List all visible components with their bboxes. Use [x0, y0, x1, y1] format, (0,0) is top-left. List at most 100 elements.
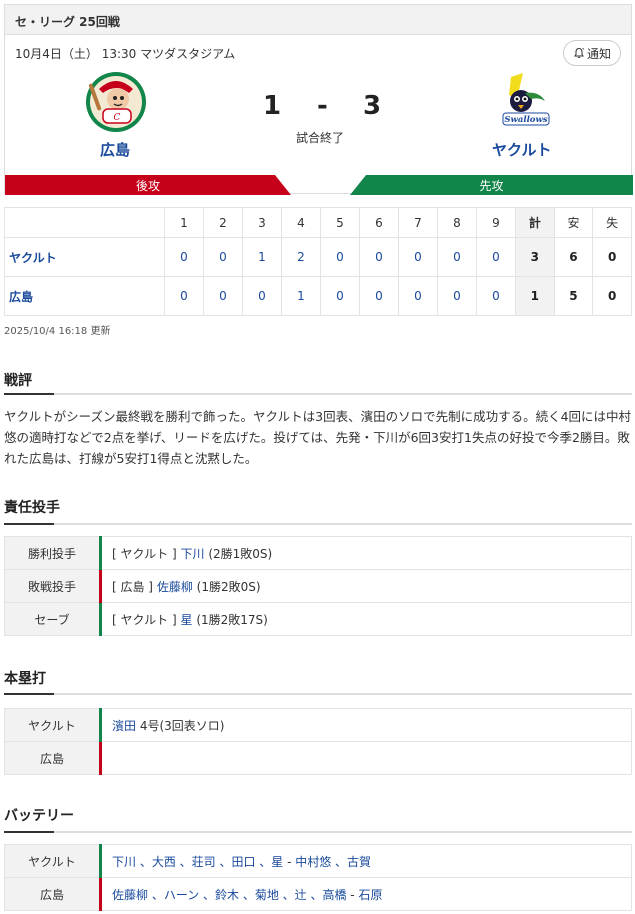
win-pitcher-value: [ ヤクルト ] 下川 (2勝1敗0S) — [99, 536, 632, 570]
hits-header: 安 — [553, 207, 594, 238]
away-side-bar: 先攻 — [350, 175, 633, 195]
home-team-name[interactable]: 広島 — [100, 139, 130, 160]
homerun-team-label: ヤクルト — [4, 708, 101, 742]
notify-button[interactable]: 通知 — [563, 40, 621, 66]
carp-logo-icon[interactable]: C — [85, 71, 147, 133]
homerun-detail: 4号(3回表ソロ) — [139, 718, 225, 733]
loss-pitcher-value: [ 広島 ] 佐藤柳 (1勝2敗0S) — [99, 569, 632, 603]
errors-header: 失 — [592, 207, 632, 238]
battery-value: 佐藤柳 、ハーン 、鈴木 、菊地 、辻 、高橋 - 石原 — [99, 877, 632, 911]
inning-score[interactable]: 0 — [242, 276, 282, 316]
inning-score[interactable]: 0 — [320, 276, 360, 316]
section-title-battery: バッテリー — [4, 808, 74, 824]
inning-header: 9 — [476, 207, 516, 238]
save-pitcher-link[interactable]: 星 — [180, 613, 192, 627]
inning-score[interactable]: 0 — [359, 237, 399, 277]
score-separator: - — [317, 91, 328, 121]
inning-header: 7 — [398, 207, 438, 238]
section-title-homeruns: 本塁打 — [4, 671, 46, 687]
home-score: 1 — [263, 91, 282, 121]
inning-header: 4 — [281, 207, 321, 238]
homerun-team-label: 広島 — [4, 741, 101, 775]
battery-table: ヤクルト 下川 、大西 、荘司 、田口 、星 - 中村悠 、古賀 広島 佐藤柳 … — [4, 844, 632, 911]
table-row: ヤクルト 濱田 4号(3回表ソロ) — [4, 708, 632, 742]
total-errors: 0 — [592, 237, 632, 277]
swallows-logo-icon[interactable]: Swallows — [495, 71, 557, 133]
team-tag: [ ヤクルト ] — [112, 546, 177, 561]
inning-score[interactable]: 0 — [476, 237, 516, 277]
home-side-label: 後攻 — [135, 178, 160, 193]
inning-header: 3 — [242, 207, 282, 238]
scoreboard-team-yakult[interactable]: ヤクルト — [4, 237, 165, 277]
battery-team-label: ヤクルト — [4, 844, 101, 878]
inning-score[interactable]: 0 — [320, 237, 360, 277]
pitcher-record: (2勝1敗0S) — [208, 546, 273, 561]
inning-score[interactable]: 0 — [203, 237, 243, 277]
away-score: 3 — [363, 91, 382, 121]
win-pitcher-label: 勝利投手 — [4, 536, 101, 570]
battery-catchers-links[interactable]: 中村悠 、古賀 — [295, 855, 371, 869]
section-divider — [4, 523, 632, 525]
inning-score[interactable]: 2 — [281, 237, 321, 277]
battery-value: 下川 、大西 、荘司 、田口 、星 - 中村悠 、古賀 — [99, 844, 632, 878]
inning-score[interactable]: 0 — [437, 276, 477, 316]
total-header: 計 — [515, 207, 555, 238]
battery-team-label: 広島 — [4, 877, 101, 911]
inning-header: 6 — [359, 207, 399, 238]
game-card: セ・リーグ 25回戦 10月4日（土） 13:30 マツダスタジアム 通知 C … — [4, 4, 633, 195]
loss-pitcher-link[interactable]: 佐藤柳 — [157, 580, 193, 594]
svg-text:C: C — [114, 113, 121, 123]
team-header-cell — [4, 207, 165, 238]
inning-score[interactable]: 1 — [281, 276, 321, 316]
table-row: ヤクルト 下川 、大西 、荘司 、田口 、星 - 中村悠 、古賀 — [4, 844, 632, 878]
loss-pitcher-label: 敗戦投手 — [4, 569, 101, 603]
homeruns-table: ヤクルト 濱田 4号(3回表ソロ) 広島 — [4, 708, 632, 775]
updated-timestamp: 2025/10/4 16:18 更新 — [4, 326, 111, 337]
homerun-value: 濱田 4号(3回表ソロ) — [99, 708, 632, 742]
table-row: 広島 0 0 0 1 0 0 0 0 0 1 5 0 — [4, 276, 632, 316]
team-tag: [ 広島 ] — [112, 579, 153, 594]
inning-header: 8 — [437, 207, 477, 238]
inning-score[interactable]: 0 — [203, 276, 243, 316]
battery-pitchers-links[interactable]: 下川 、大西 、荘司 、田口 、星 — [112, 855, 283, 869]
scoreboard-table: 1 2 3 4 5 6 7 8 9 計 安 失 ヤクルト 0 0 1 2 0 0… — [4, 207, 632, 316]
table-row: セーブ [ ヤクルト ] 星 (1勝2敗17S) — [4, 602, 632, 636]
inning-score[interactable]: 1 — [242, 237, 282, 277]
scoreboard-team-hiroshima[interactable]: 広島 — [4, 276, 165, 316]
table-row: 敗戦投手 [ 広島 ] 佐藤柳 (1勝2敗0S) — [4, 569, 632, 603]
total-runs: 3 — [515, 237, 555, 277]
inning-header: 5 — [320, 207, 360, 238]
section-title-review: 戦評 — [4, 373, 32, 389]
homerun-value — [99, 741, 632, 775]
game-status: 試合終了 — [296, 131, 345, 145]
total-errors: 0 — [592, 276, 632, 316]
away-team-name[interactable]: ヤクルト — [492, 139, 552, 160]
section-divider — [4, 831, 632, 833]
inning-score[interactable]: 0 — [437, 237, 477, 277]
notify-label: 通知 — [586, 46, 611, 61]
inning-score[interactable]: 0 — [398, 237, 438, 277]
game-review-text: ヤクルトがシーズン最終戦を勝利で飾った。ヤクルトは3回表、濱田のソロで先制に成功… — [4, 409, 632, 466]
win-pitcher-link[interactable]: 下川 — [180, 547, 204, 561]
table-row: ヤクルト 0 0 1 2 0 0 0 0 0 3 6 0 — [4, 237, 632, 277]
homerun-player-link[interactable]: 濱田 — [112, 719, 136, 733]
total-hits: 5 — [553, 276, 594, 316]
battery-catchers-links[interactable]: 石原 — [358, 888, 382, 902]
inning-score[interactable]: 0 — [359, 276, 399, 316]
save-pitcher-value: [ ヤクルト ] 星 (1勝2敗17S) — [99, 602, 632, 636]
inning-score[interactable]: 0 — [164, 276, 204, 316]
total-hits: 6 — [553, 237, 594, 277]
battery-pitchers-links[interactable]: 佐藤柳 、ハーン 、鈴木 、菊地 、辻 、高橋 — [112, 888, 346, 902]
team-tag: [ ヤクルト ] — [112, 612, 177, 627]
section-divider — [4, 393, 632, 395]
game-info: 10月4日（土） 13:30 マツダスタジアム — [15, 47, 236, 61]
league-title: セ・リーグ 25回戦 — [5, 5, 631, 35]
inning-score[interactable]: 0 — [476, 276, 516, 316]
battery-separator: - — [346, 887, 359, 902]
total-runs: 1 — [515, 276, 555, 316]
inning-header: 1 — [164, 207, 204, 238]
scoreboard-header-row: 1 2 3 4 5 6 7 8 9 計 安 失 — [4, 207, 632, 238]
svg-text:Swallows: Swallows — [504, 115, 547, 125]
inning-score[interactable]: 0 — [164, 237, 204, 277]
inning-score[interactable]: 0 — [398, 276, 438, 316]
